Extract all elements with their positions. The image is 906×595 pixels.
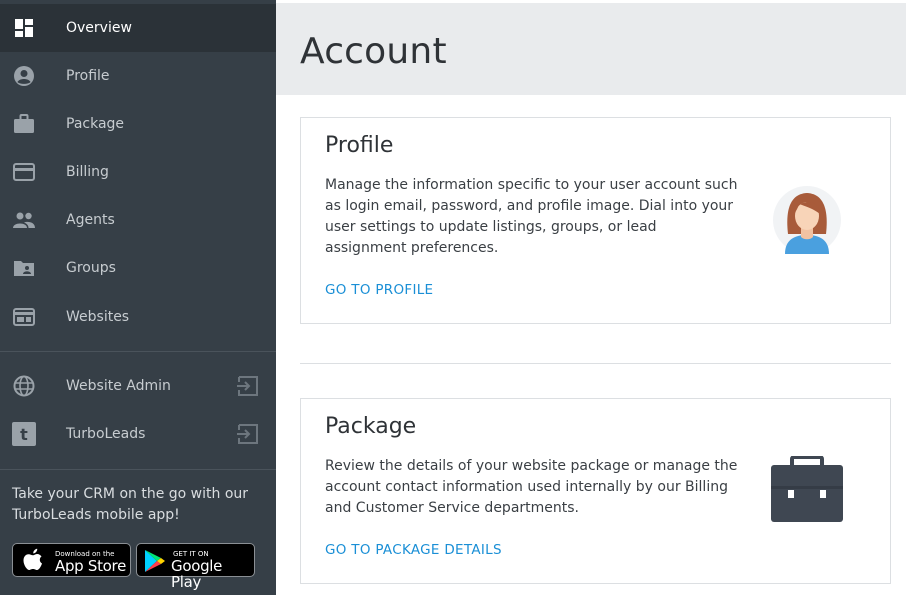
sidebar-item-overview[interactable]: Overview [0, 4, 276, 52]
page-header: Account [276, 3, 906, 95]
app-store-big-text: App Store [55, 557, 127, 575]
google-play-badge[interactable]: GET IT ON Google Play [136, 543, 255, 590]
globe-icon [12, 374, 36, 398]
folder-shared-icon [12, 256, 36, 280]
card-title: Package [325, 414, 417, 439]
briefcase-illustration [770, 455, 844, 528]
sidebar-item-label: Websites [66, 309, 130, 325]
package-card: Package Review the details of your websi… [300, 398, 891, 584]
mobile-app-promo-text: Take your CRM on the go with our TurboLe… [12, 486, 249, 523]
sidebar-item-websites[interactable]: Websites [0, 293, 276, 341]
sidebar-item-agents[interactable]: Agents [0, 196, 276, 244]
sidebar-item-label: Package [66, 116, 125, 132]
turboleads-logo-icon: t [12, 422, 36, 446]
page-title: Account [300, 31, 447, 72]
svg-text:t: t [20, 425, 28, 444]
go-to-package-details-link[interactable]: GO TO PACKAGE DETAILS [325, 542, 502, 558]
sidebar-divider [0, 469, 276, 470]
google-play-big-text: Google Play [171, 557, 223, 591]
app-store-badge[interactable]: Download on the App Store [12, 543, 131, 577]
user-circle-icon [12, 64, 36, 88]
sidebar-item-profile[interactable]: Profile [0, 52, 276, 100]
sidebar-item-label: Agents [66, 212, 115, 228]
people-icon [12, 208, 36, 232]
go-to-profile-link[interactable]: GO TO PROFILE [325, 282, 433, 298]
sidebar-item-billing[interactable]: Billing [0, 148, 276, 196]
sidebar-item-label: Overview [66, 20, 132, 36]
sidebar-item-label: Groups [66, 260, 116, 276]
external-link-icon [236, 374, 260, 398]
sidebar-item-turboleads[interactable]: t TurboLeads [0, 410, 276, 458]
sidebar-item-label: TurboLeads [66, 426, 146, 442]
sidebar-item-groups[interactable]: Groups [0, 244, 276, 292]
sidebar-item-package[interactable]: Package [0, 100, 276, 148]
external-link-icon [236, 422, 260, 446]
sidebar: Overview Profile Package Billing Agents … [0, 0, 276, 595]
card-title: Profile [325, 133, 394, 158]
sidebar-item-website-admin[interactable]: Website Admin [0, 362, 276, 410]
sidebar-item-label: Billing [66, 164, 109, 180]
card-description: Review the details of your website packa… [325, 458, 738, 516]
woman-avatar-illustration [769, 184, 845, 260]
google-play-icon [144, 549, 166, 577]
apple-icon [22, 548, 44, 578]
sidebar-item-label: Profile [66, 68, 110, 84]
profile-card: Profile Manage the information specific … [300, 117, 891, 324]
card-description: Manage the information specific to your … [325, 177, 738, 256]
credit-card-icon [12, 160, 36, 184]
main-content: Profile Manage the information specific … [276, 95, 906, 595]
dashboard-icon [12, 16, 36, 40]
sidebar-divider [0, 351, 276, 352]
briefcase-icon [12, 112, 36, 136]
web-window-icon [12, 305, 36, 329]
sidebar-item-label: Website Admin [66, 378, 171, 394]
section-divider [300, 363, 891, 364]
